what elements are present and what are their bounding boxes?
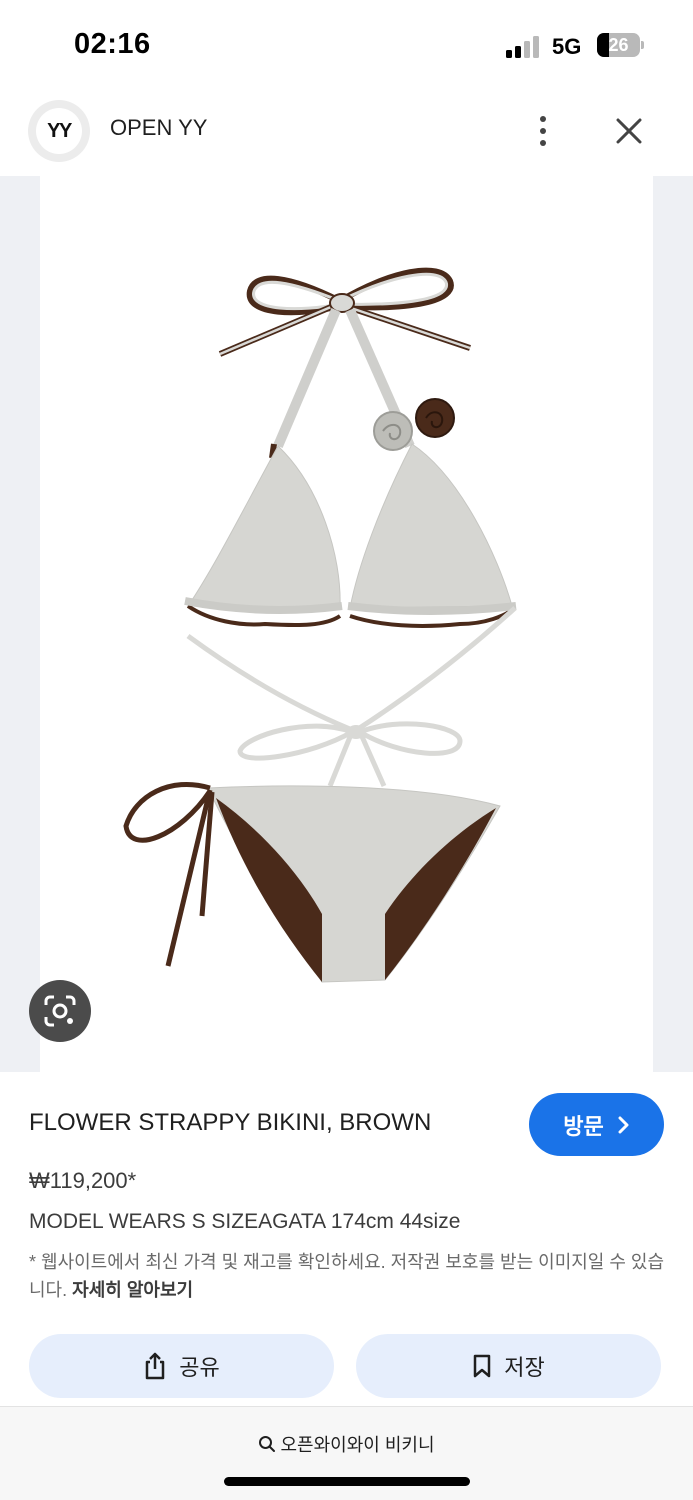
- share-button[interactable]: 공유: [29, 1334, 334, 1398]
- product-image[interactable]: [40, 176, 653, 1072]
- product-title[interactable]: FLOWER STRAPPY BIKINI, BROWN: [29, 1109, 431, 1137]
- save-button[interactable]: 저장: [356, 1334, 661, 1398]
- site-name[interactable]: OPEN YY: [110, 115, 207, 141]
- result-header: YY OPEN YY: [0, 90, 693, 176]
- site-logo[interactable]: YY: [28, 100, 90, 162]
- search-icon: [259, 1436, 276, 1452]
- chevron-right-icon: [618, 1116, 629, 1133]
- battery-level: 26: [608, 35, 629, 55]
- site-logo-text: YY: [36, 108, 82, 154]
- learn-more-link[interactable]: 자세히 알아보기: [72, 1280, 193, 1300]
- visit-button[interactable]: 방문: [529, 1093, 664, 1156]
- search-query-row[interactable]: 오픈와이와이 비키니: [0, 1431, 693, 1457]
- status-time: 02:16: [74, 28, 151, 60]
- save-label: 저장: [504, 1355, 545, 1380]
- more-vert-icon[interactable]: [528, 108, 558, 154]
- share-icon: [146, 1352, 165, 1380]
- bookmark-icon: [474, 1354, 491, 1378]
- product-description: MODEL WEARS S SIZEAGATA 174cm 44size: [29, 1210, 461, 1233]
- product-image-area[interactable]: [0, 176, 693, 1072]
- search-query: 오픈와이와이 비키니: [280, 1435, 435, 1455]
- close-icon[interactable]: [608, 110, 650, 152]
- bottom-search-bar[interactable]: 오픈와이와이 비키니: [0, 1406, 693, 1500]
- status-bar: 02:16 5G 26: [0, 0, 693, 90]
- battery-icon: 26: [597, 33, 645, 57]
- home-indicator[interactable]: [224, 1477, 470, 1486]
- network-label: 5G: [552, 34, 582, 59]
- disclaimer: * 웹사이트에서 최신 가격 및 재고를 확인하세요. 저작권 보호를 받는 이…: [29, 1248, 669, 1304]
- visit-label: 방문: [563, 1113, 604, 1139]
- product-price: ₩119,200*: [29, 1168, 137, 1193]
- signal-icon: [506, 34, 542, 58]
- share-label: 공유: [179, 1355, 220, 1380]
- lens-icon[interactable]: [29, 980, 91, 1042]
